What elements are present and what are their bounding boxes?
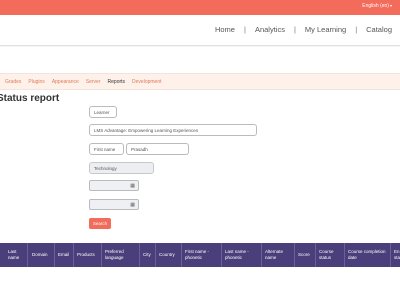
first-name-input[interactable]: Prasadh — [126, 143, 189, 155]
column-header-score[interactable]: Score — [295, 243, 316, 267]
nav-separator: | — [293, 25, 296, 34]
category-select[interactable]: Technology — [89, 162, 154, 174]
column-header-course-status[interactable]: Course status — [316, 243, 345, 267]
nav-analytics[interactable]: Analytics — [255, 25, 285, 34]
language-menu[interactable]: English (en)▾ — [362, 3, 392, 9]
tab-plugins[interactable]: Plugins — [28, 79, 44, 85]
column-header-products[interactable]: Products — [74, 243, 102, 267]
column-header-last-name-phonetic[interactable]: Last name - phonetic — [222, 243, 262, 267]
top-bar: English (en)▾ — [0, 0, 400, 15]
column-header-country[interactable]: Country — [156, 243, 182, 267]
first-name-select[interactable]: First name — [89, 143, 124, 155]
page-title: Status report — [0, 93, 60, 104]
tab-grades[interactable]: Grades — [5, 79, 21, 85]
start-date-input[interactable]: ▦ — [89, 180, 139, 191]
column-header-last-name[interactable]: Last name — [5, 243, 28, 267]
nav-separator: | — [355, 25, 358, 34]
admin-tabs: Grades Plugins Appearance Server Reports… — [5, 79, 169, 85]
admin-tabs-bar: Grades Plugins Appearance Server Reports… — [0, 73, 400, 90]
column-header-domain[interactable]: Domain — [29, 243, 55, 267]
report-table-header: Last name Domain Email Products Preferre… — [0, 243, 400, 267]
tab-reports[interactable]: Reports — [108, 79, 126, 85]
nav-separator: | — [243, 25, 246, 34]
learner-select[interactable]: Learner — [89, 106, 117, 118]
calendar-icon[interactable]: ▦ — [130, 202, 135, 208]
language-label: English (en) — [362, 3, 389, 9]
column-header-city[interactable]: City — [140, 243, 156, 267]
column-header-first-name-phonetic[interactable]: First name - phonetic — [182, 243, 222, 267]
nav-home[interactable]: Home — [215, 25, 235, 34]
column-header-preferred-language[interactable]: Preferred language — [102, 243, 140, 267]
chevron-down-icon: ▾ — [389, 3, 392, 8]
header-divider — [0, 45, 400, 47]
nav-catalog[interactable]: Catalog — [366, 25, 392, 34]
tab-development[interactable]: Development — [132, 79, 161, 85]
tab-appearance[interactable]: Appearance — [52, 79, 79, 85]
course-select[interactable]: LMS Advantage: Empowering Learning Exper… — [89, 124, 257, 136]
column-header-alternate-name[interactable]: Alternate name — [262, 243, 295, 267]
end-date-input[interactable]: ▦ — [89, 199, 139, 210]
calendar-icon[interactable]: ▦ — [130, 183, 135, 189]
column-header-enrolment-status[interactable]: En sta — [391, 243, 400, 267]
column-header-email[interactable]: Email — [55, 243, 74, 267]
site-header: Home | Analytics | My Learning | Catalog — [0, 15, 400, 45]
tab-server[interactable]: Server — [86, 79, 101, 85]
nav-my-learning[interactable]: My Learning — [305, 25, 346, 34]
column-header-course-completion-date[interactable]: Course completion date — [345, 243, 391, 267]
search-button[interactable]: Search — [89, 218, 111, 229]
main-nav: Home | Analytics | My Learning | Catalog — [215, 25, 392, 34]
